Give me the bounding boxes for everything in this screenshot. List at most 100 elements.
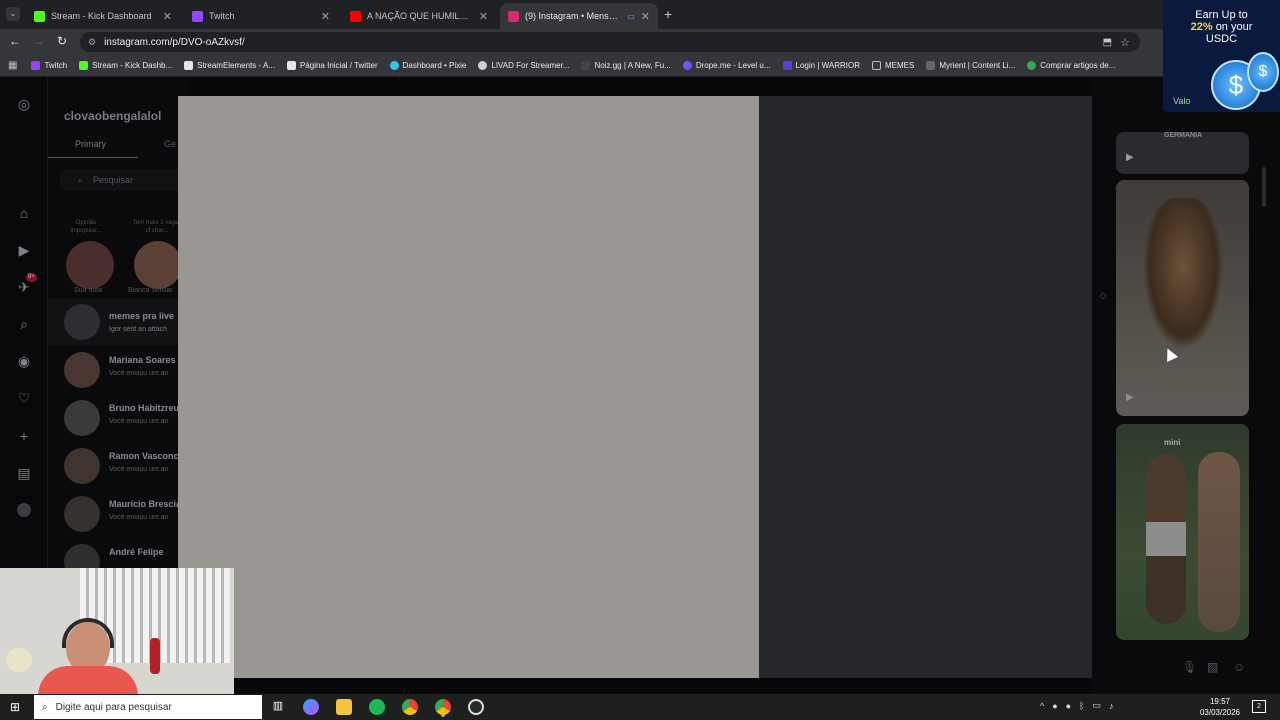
reload-icon[interactable]: ↻ — [57, 34, 67, 48]
bookmark-item[interactable]: Drope.me - Level u... — [677, 61, 777, 70]
tab-general[interactable]: Ge — [164, 139, 176, 149]
conversation-row[interactable]: memes pra live Igor sent an attach — [48, 299, 188, 345]
conversation-preview: Você enviou um an — [109, 370, 169, 377]
reels-icon[interactable]: ▶ — [14, 240, 34, 260]
new-tab-button[interactable]: + — [664, 6, 672, 22]
tab-kick-dashboard[interactable]: Stream - Kick Dashboard ✕ — [26, 3, 180, 29]
conversation-row[interactable]: Bruno Habitzreu Você enviou um an — [48, 395, 188, 441]
taskbar-apps: ▥ — [270, 699, 484, 715]
conversation-row[interactable]: Ramon Vasconc Você enviou um an — [48, 443, 188, 489]
conversation-name: Bruno Habitzreu — [109, 403, 180, 413]
create-icon[interactable]: + — [14, 426, 34, 446]
chrome-icon[interactable] — [402, 699, 418, 715]
reel-icon: ▶ — [1126, 152, 1134, 163]
close-icon[interactable]: ✕ — [641, 10, 650, 23]
chevron-up-icon[interactable]: ^ — [1040, 701, 1044, 711]
tab-instagram-messages[interactable]: (9) Instagram • Mensagens ▭ ✕ — [500, 3, 658, 29]
bookmark-item[interactable]: Noiz.gg | A New, Fu... — [575, 61, 676, 70]
messages-icon[interactable]: ✈ 9+ — [14, 273, 37, 297]
image-icon[interactable]: ▨ — [1207, 660, 1218, 674]
twitch-icon — [31, 61, 41, 70]
bookmark-item[interactable]: Comprar artigos de... — [1021, 61, 1121, 70]
reel-thumbnail[interactable]: ▶ — [1116, 180, 1249, 416]
streamelements-icon — [184, 61, 194, 70]
livad-icon — [478, 61, 488, 70]
search-icon: ⌕ — [42, 701, 48, 713]
steam-icon[interactable]: ● — [1052, 701, 1057, 711]
search-input[interactable]: ⌕ Pesquisar — [60, 169, 190, 191]
bookmark-star-icon[interactable]: ☆ — [1120, 36, 1130, 49]
back-icon[interactable]: ← — [9, 34, 21, 48]
dog-image — [1144, 198, 1222, 348]
forward-icon[interactable]: → — [33, 34, 45, 48]
tab-search-button[interactable]: ⌄ — [6, 7, 20, 21]
discord-icon[interactable]: ● — [1066, 701, 1071, 711]
post-media-placeholder[interactable] — [178, 96, 759, 678]
tab-twitch[interactable]: Twitch ✕ — [184, 3, 338, 29]
taskbar-search-input[interactable]: ⌕ Digite aqui para pesquisar — [34, 695, 262, 719]
system-tray: ^ ● ● ᛒ ▭ ♪ — [1040, 700, 1114, 711]
spotify-icon[interactable] — [369, 699, 385, 715]
install-app-icon[interactable]: ⬒ — [1103, 37, 1112, 48]
close-icon[interactable]: ✕ — [479, 10, 488, 23]
obs-icon[interactable] — [468, 699, 484, 715]
person-image — [1198, 452, 1240, 632]
conversation-row[interactable]: Mariana Soares Você enviou um an — [48, 347, 188, 393]
scrollbar[interactable] — [1262, 167, 1266, 207]
ad-footer: Valo — [1173, 96, 1191, 106]
bookmark-item[interactable]: Stream - Kick Dashb... — [73, 61, 178, 70]
close-icon[interactable]: ✕ — [163, 10, 172, 23]
volume-icon[interactable]: ♪ — [1109, 701, 1114, 711]
note-bubble: Opinião impopular... — [70, 220, 102, 234]
note-avatar[interactable] — [134, 241, 182, 289]
apps-grid-icon[interactable]: ▦ — [8, 60, 17, 71]
copilot-icon[interactable] — [303, 699, 319, 715]
heart-icon[interactable]: ♡ — [14, 388, 34, 408]
tab-youtube-video[interactable]: A NAÇÃO QUE HUMILHOU OS ✕ — [342, 3, 496, 29]
conversation-row[interactable]: Mauricio Brescia Você enviou um an — [48, 491, 188, 537]
note-bubble: Tem mais 1 vagas cf char... — [132, 220, 182, 234]
bookmark-item[interactable]: Login | WARRIOR — [777, 61, 866, 70]
twitch-icon — [192, 10, 203, 22]
bookmark-item[interactable]: Myrient | Content Li... — [920, 61, 1021, 70]
account-username[interactable]: clovaobengalalol — [64, 109, 161, 123]
bookmark-item[interactable]: Página Inicial / Twitter — [281, 61, 384, 70]
close-icon[interactable]: ✕ — [321, 10, 330, 23]
home-icon[interactable]: ⌂ — [14, 203, 34, 223]
microphone-icon[interactable]: 🎙 — [1182, 660, 1197, 674]
search-icon[interactable]: ⌕ — [14, 314, 34, 334]
reel-thumbnail[interactable]: GERMANIA ▶ — [1116, 132, 1249, 174]
reel-thumbnail[interactable]: mini — [1116, 424, 1249, 640]
bookmark-item[interactable]: Dashboard • Pixie — [384, 61, 473, 70]
notification-center-icon[interactable]: 2 — [1252, 700, 1266, 713]
reel-label: mini — [1164, 438, 1181, 447]
explore-icon[interactable]: ◉ — [14, 351, 34, 371]
person-image — [1146, 454, 1186, 624]
conversation-name: Mariana Soares — [109, 355, 176, 365]
note-avatar[interactable] — [66, 241, 114, 289]
tab-primary[interactable]: Primary — [75, 139, 106, 149]
chrome-active-icon[interactable] — [435, 699, 451, 715]
conversation-preview: Você enviou um an — [109, 418, 169, 425]
bluetooth-icon[interactable]: ᛒ — [1079, 701, 1084, 711]
profile-avatar-icon[interactable] — [14, 500, 34, 520]
clock[interactable]: 19:57 03/03/2026 — [1196, 696, 1244, 718]
usdc-ad-banner[interactable]: Earn Up to 22% on your USDC $ $ Valo — [1163, 0, 1280, 112]
bookmark-item[interactable]: StreamElements - A... — [178, 61, 281, 70]
address-bar[interactable]: ⚙ instagram.com/p/DVO-oAZkvsf/ ⬒ ☆ — [80, 32, 1140, 52]
more-options-icon[interactable]: ☺ — [1098, 291, 1108, 302]
bookmark-item[interactable]: Twitch — [25, 61, 73, 70]
dashboard-icon[interactable]: ▤ — [14, 463, 34, 483]
file-explorer-icon[interactable] — [336, 699, 352, 715]
task-view-icon[interactable]: ▥ — [270, 699, 286, 715]
bookmark-item[interactable]: LIVAD For Streamer... — [472, 61, 575, 70]
instagram-logo-icon[interactable]: ◎ — [14, 94, 34, 114]
site-info-icon[interactable]: ⚙ — [88, 37, 96, 48]
sticker-icon[interactable]: ☺ — [1233, 660, 1245, 674]
instagram-icon — [508, 10, 519, 22]
kick-icon — [34, 10, 45, 22]
bookmark-folder[interactable]: MEMES — [866, 61, 920, 70]
noiz-icon — [581, 61, 591, 70]
network-icon[interactable]: ▭ — [1093, 700, 1102, 711]
windows-start-icon[interactable]: ⊞ — [10, 700, 20, 714]
